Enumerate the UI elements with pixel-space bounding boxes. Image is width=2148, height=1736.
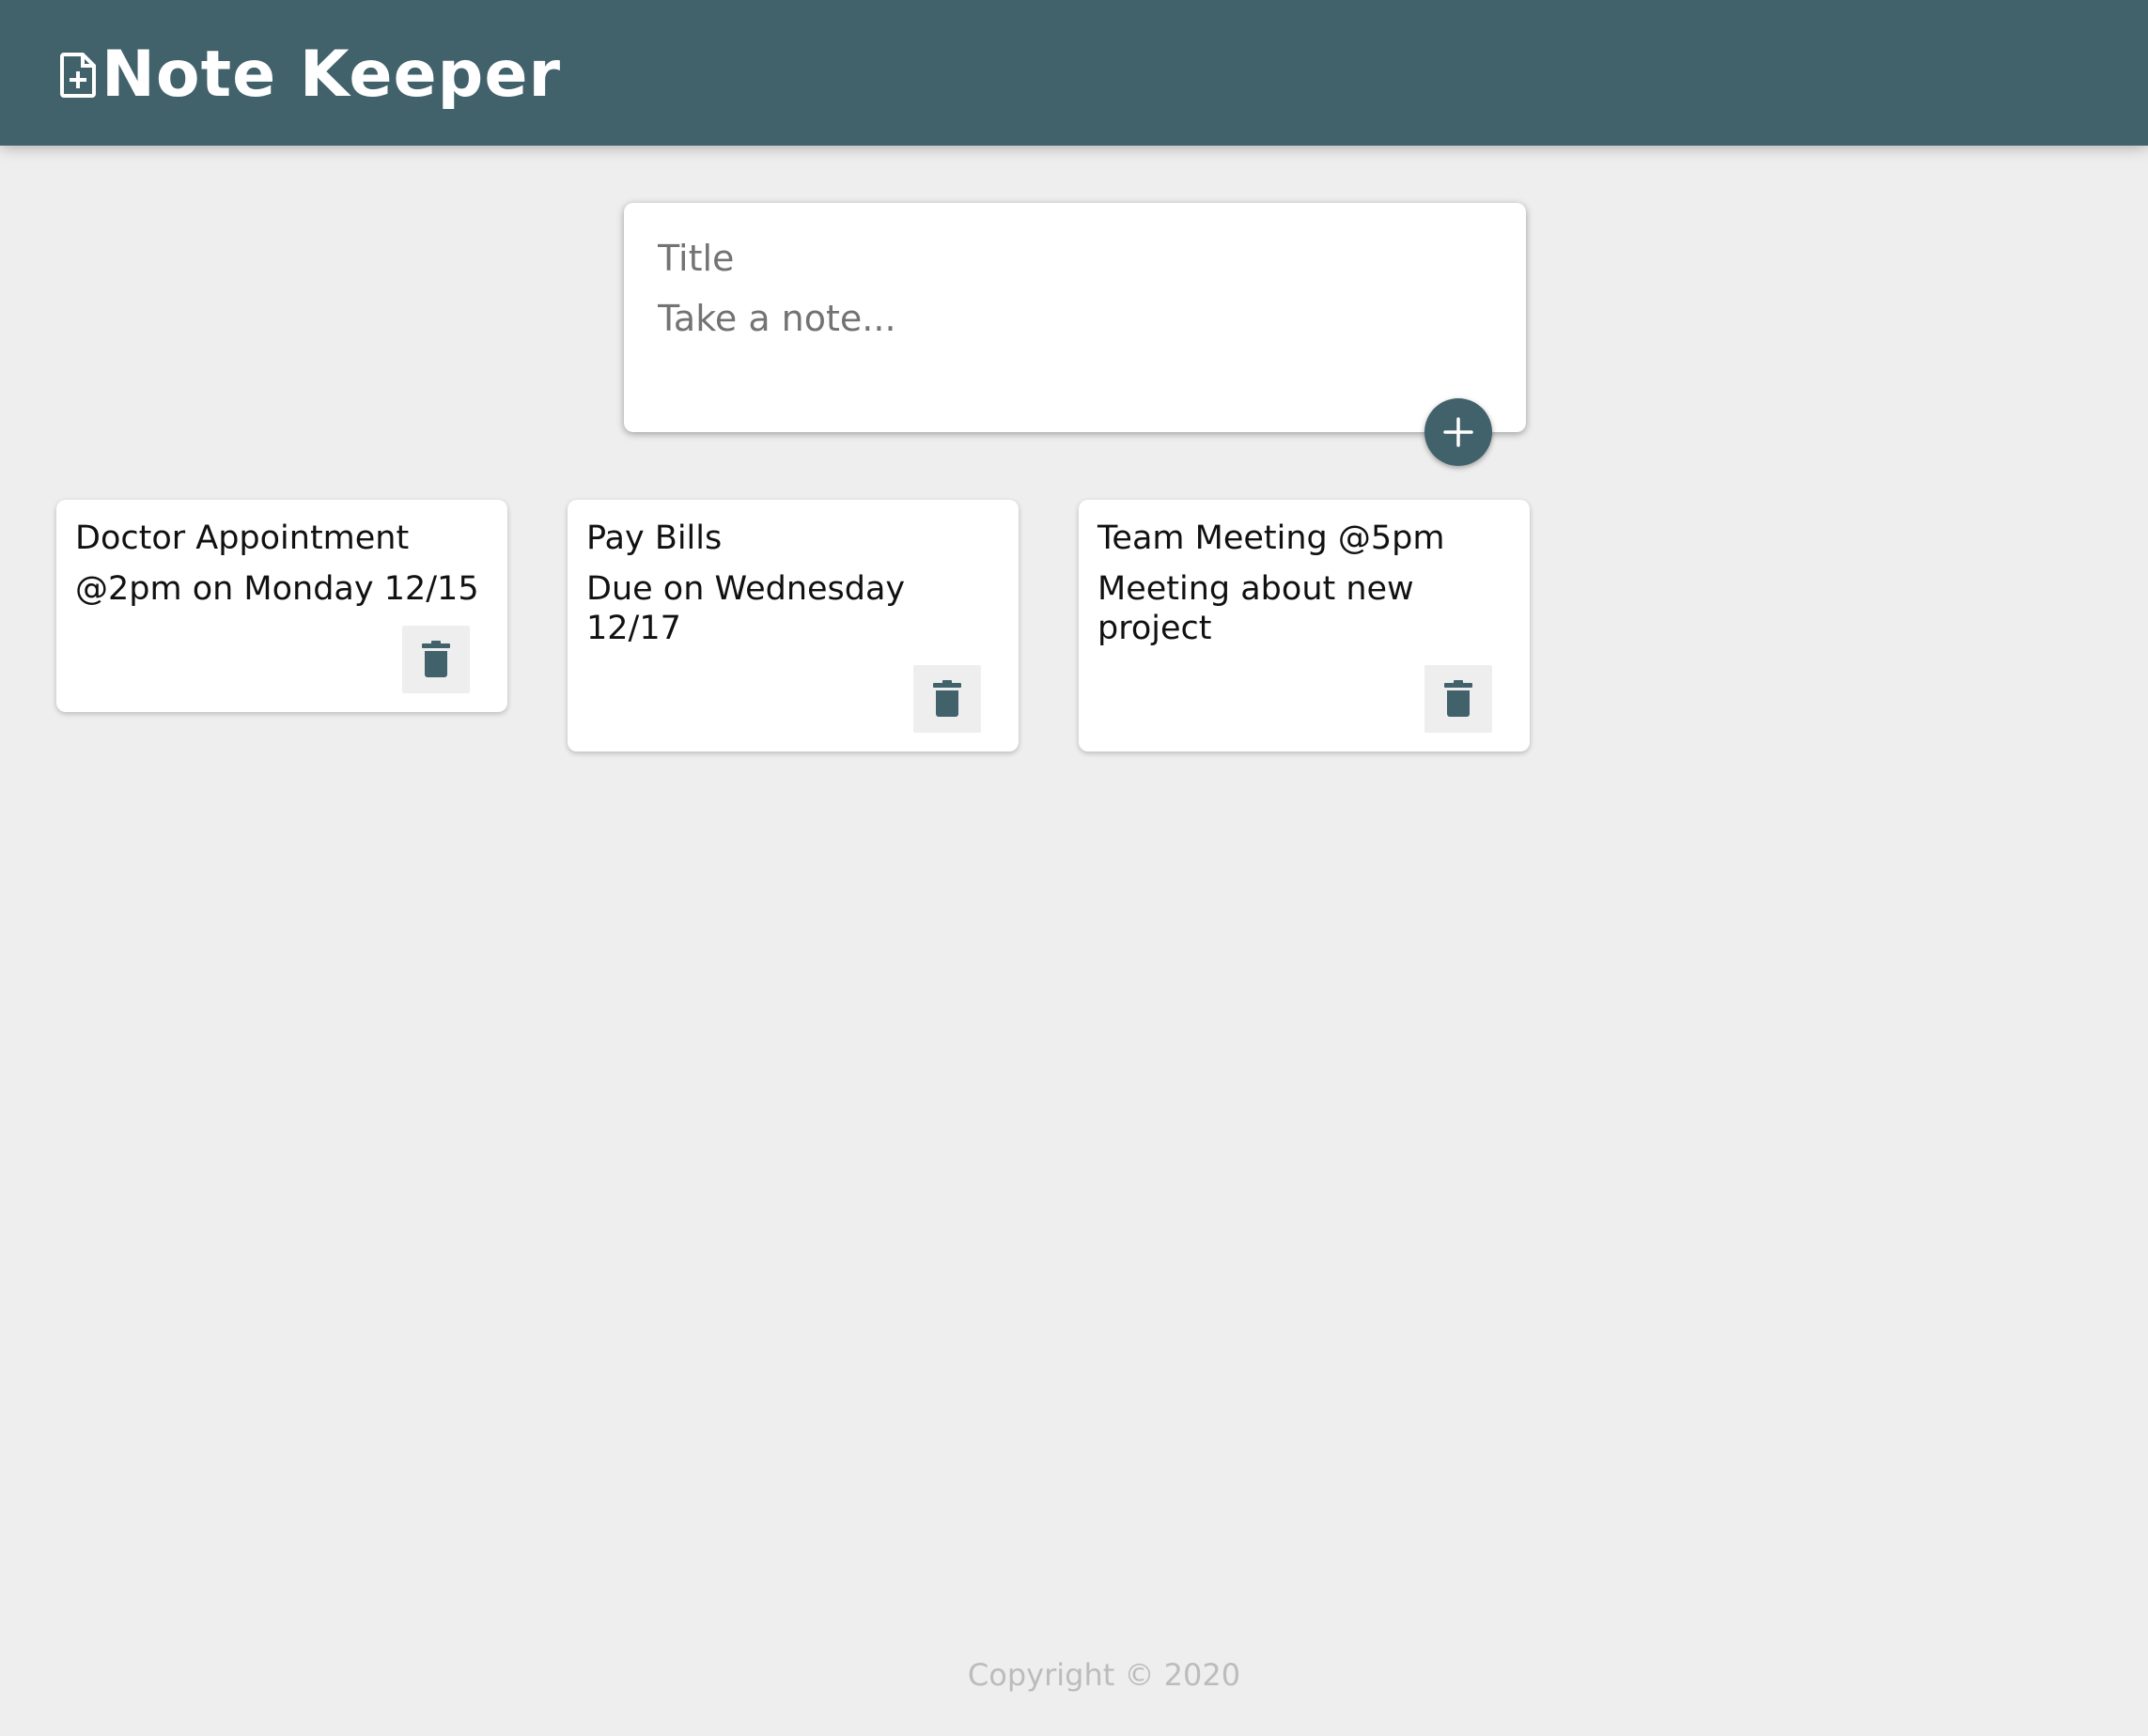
- note-content: @2pm on Monday 12/15: [75, 570, 479, 608]
- note-title-input[interactable]: [658, 235, 1485, 282]
- footer: Copyright © 2020: [0, 1657, 2148, 1693]
- note-title: Pay Bills: [586, 519, 723, 557]
- note-content: Due on Wednesday 12/17: [586, 570, 906, 647]
- delete-note-button[interactable]: [913, 665, 981, 733]
- note-title: Doctor Appointment: [75, 519, 410, 557]
- app-title: Note Keeper: [101, 38, 561, 112]
- app-header: Note Keeper: [0, 0, 2148, 146]
- note-card: Pay Bills Due on Wednesday 12/17: [568, 500, 1019, 752]
- note-content: Meeting about new project: [1097, 570, 1414, 647]
- copyright-text: Copyright © 2020: [967, 1657, 1241, 1693]
- note-content-input[interactable]: [658, 295, 1485, 342]
- note-add-icon: [60, 53, 96, 98]
- note-composer: [624, 203, 1526, 432]
- note-card: Doctor Appointment @2pm on Monday 12/15: [56, 500, 507, 712]
- add-note-button[interactable]: [1424, 398, 1492, 466]
- note-card: Team Meeting @5pm Meeting about new proj…: [1079, 500, 1530, 752]
- delete-note-button[interactable]: [1424, 665, 1492, 733]
- note-title: Team Meeting @5pm: [1097, 519, 1445, 557]
- delete-note-button[interactable]: [402, 626, 470, 693]
